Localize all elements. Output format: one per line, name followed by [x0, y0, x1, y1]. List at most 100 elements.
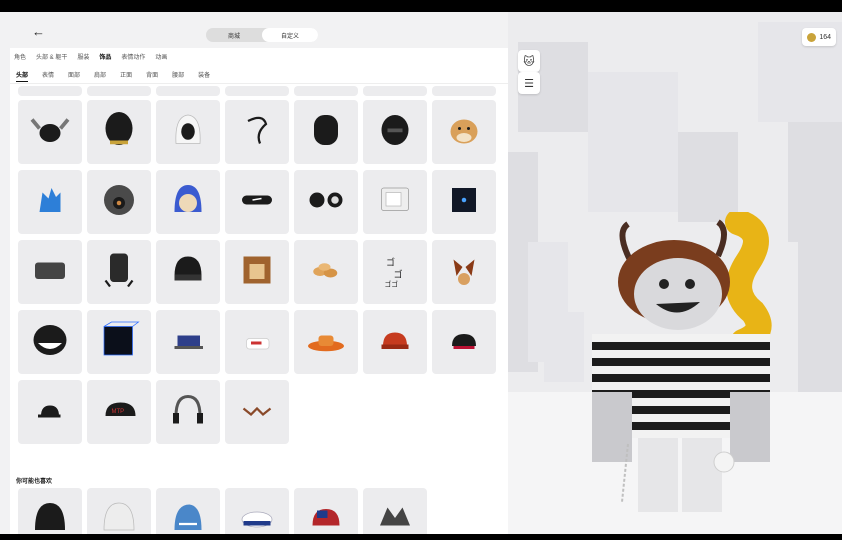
- accessory-tile[interactable]: [87, 170, 151, 234]
- tab-gear[interactable]: 装备: [198, 70, 210, 80]
- tab-waist[interactable]: 腰部: [172, 70, 184, 80]
- blue-spiky-hair-icon: [26, 176, 74, 229]
- accessory-tile[interactable]: [18, 310, 82, 374]
- retro-tv-icon: [371, 176, 419, 229]
- tab-accessories[interactable]: 饰品: [99, 52, 111, 62]
- tab-character[interactable]: 角色: [14, 52, 26, 62]
- black-cap-icon: [26, 386, 74, 439]
- accessory-tile[interactable]: [363, 170, 427, 234]
- currency-value: 164: [819, 33, 831, 41]
- currency-badge[interactable]: 164: [802, 28, 836, 46]
- accessory-tile[interactable]: [432, 100, 496, 164]
- accessory-tile[interactable]: [294, 240, 358, 304]
- suggested-tile[interactable]: [363, 488, 427, 534]
- accessory-tile[interactable]: [432, 240, 496, 304]
- black-helmet-icon: [95, 106, 143, 159]
- accessory-tile[interactable]: ゴゴゴゴ: [363, 240, 427, 304]
- sliders-icon[interactable]: ☰: [518, 72, 540, 94]
- black-mask-icon: [302, 106, 350, 159]
- accessory-tile[interactable]: [432, 310, 496, 374]
- accessory-tile[interactable]: [156, 170, 220, 234]
- list-item[interactable]: [18, 86, 82, 96]
- header: ← 商城 自定义: [0, 12, 508, 48]
- list-item[interactable]: [363, 86, 427, 96]
- tab-emotes[interactable]: 表情动作: [121, 52, 145, 62]
- tab-face[interactable]: 面部: [68, 70, 80, 80]
- app-window: ← 商城 自定义 角色 头部 & 躯干 服装 饰品 表情动作 动画 头部 表情 …: [0, 12, 842, 534]
- accessory-tile[interactable]: [156, 380, 220, 444]
- tab-clothing[interactable]: 服装: [77, 52, 89, 62]
- accessory-tile[interactable]: [87, 100, 151, 164]
- shark-hat-icon: [164, 494, 212, 535]
- accessory-tile[interactable]: [225, 380, 289, 444]
- avatar-figure[interactable]: [578, 212, 798, 512]
- scene-block: [678, 132, 738, 222]
- accessory-tile[interactable]: MTP: [87, 380, 151, 444]
- tab-back[interactable]: 背面: [146, 70, 158, 80]
- svg-text:MTP: MTP: [112, 409, 125, 415]
- svg-text:ゴ: ゴ: [386, 256, 395, 267]
- earmuffs-icon: [302, 176, 350, 229]
- black-ear-hat-icon: [26, 494, 74, 535]
- accessory-tile[interactable]: [156, 240, 220, 304]
- antlers-icon: [233, 386, 281, 439]
- troll-face-icon: [26, 316, 74, 369]
- divider: [10, 83, 508, 84]
- coin-icon: [807, 32, 817, 42]
- horned-helmet-icon: [26, 106, 74, 159]
- cookies-icon: [302, 246, 350, 299]
- tab-head[interactable]: 头部: [16, 70, 28, 80]
- tab-animations[interactable]: 动画: [155, 52, 167, 62]
- list-item[interactable]: [156, 86, 220, 96]
- go-go-text-icon: ゴゴゴゴ: [371, 246, 419, 299]
- suggested-tile[interactable]: [294, 488, 358, 534]
- accessory-tile[interactable]: [294, 100, 358, 164]
- red-cap-icon: [371, 316, 419, 369]
- arrow-left-icon[interactable]: ←: [32, 25, 45, 38]
- accessory-tile[interactable]: [18, 240, 82, 304]
- list-item[interactable]: [432, 86, 496, 96]
- accessory-tile[interactable]: [225, 100, 289, 164]
- active-tab-indicator: [16, 81, 28, 82]
- accessory-tile[interactable]: [18, 170, 82, 234]
- accessory-tile[interactable]: [156, 310, 220, 374]
- segment-customize[interactable]: 自定义: [262, 28, 318, 42]
- tab-expression[interactable]: 表情: [42, 70, 54, 80]
- accessory-tile[interactable]: [87, 310, 151, 374]
- catalog-panel: 角色 头部 & 躯干 服装 饰品 表情动作 动画 头部 表情 面部 肩部 正面 …: [10, 48, 508, 534]
- suggested-tile[interactable]: [156, 488, 220, 534]
- accessory-tile[interactable]: [294, 170, 358, 234]
- suggested-tile[interactable]: [225, 488, 289, 534]
- accessory-tile[interactable]: [294, 310, 358, 374]
- accessory-tile[interactable]: [87, 240, 151, 304]
- accessory-tile[interactable]: [225, 170, 289, 234]
- sailor-hat-icon: [233, 494, 281, 535]
- usa-cap-icon: [302, 494, 350, 535]
- section-title: 你可能也喜欢: [16, 479, 53, 485]
- cat-avatar-icon[interactable]: 🐱: [518, 50, 540, 72]
- accessory-tile[interactable]: [225, 310, 289, 374]
- accessory-tile[interactable]: [432, 170, 496, 234]
- segment-shop[interactable]: 商城: [206, 28, 262, 42]
- accessory-tile[interactable]: [18, 100, 82, 164]
- red-black-cap-icon: [440, 316, 488, 369]
- tab-front[interactable]: 正面: [120, 70, 132, 80]
- list-item[interactable]: [294, 86, 358, 96]
- avatar-viewport[interactable]: 🐱 ☰ 164: [508, 12, 842, 534]
- blue-cap-icon: [164, 316, 212, 369]
- tab-shoulder[interactable]: 肩部: [94, 70, 106, 80]
- accessory-tile[interactable]: [363, 100, 427, 164]
- tab-head-body[interactable]: 头部 & 躯干: [36, 52, 67, 62]
- accessory-tile[interactable]: [156, 100, 220, 164]
- list-item[interactable]: [87, 86, 151, 96]
- grey-band-icon: [26, 246, 74, 299]
- mode-segmented-control: 商城 自定义: [206, 28, 318, 42]
- white-fur-hat-icon: [95, 494, 143, 535]
- suggested-tile[interactable]: [87, 488, 151, 534]
- suggested-tile[interactable]: [18, 488, 82, 534]
- list-item[interactable]: [225, 86, 289, 96]
- accessory-tile[interactable]: [363, 310, 427, 374]
- accessory-tile[interactable]: [18, 380, 82, 444]
- accessory-tile[interactable]: [225, 240, 289, 304]
- scene-block: [588, 72, 678, 212]
